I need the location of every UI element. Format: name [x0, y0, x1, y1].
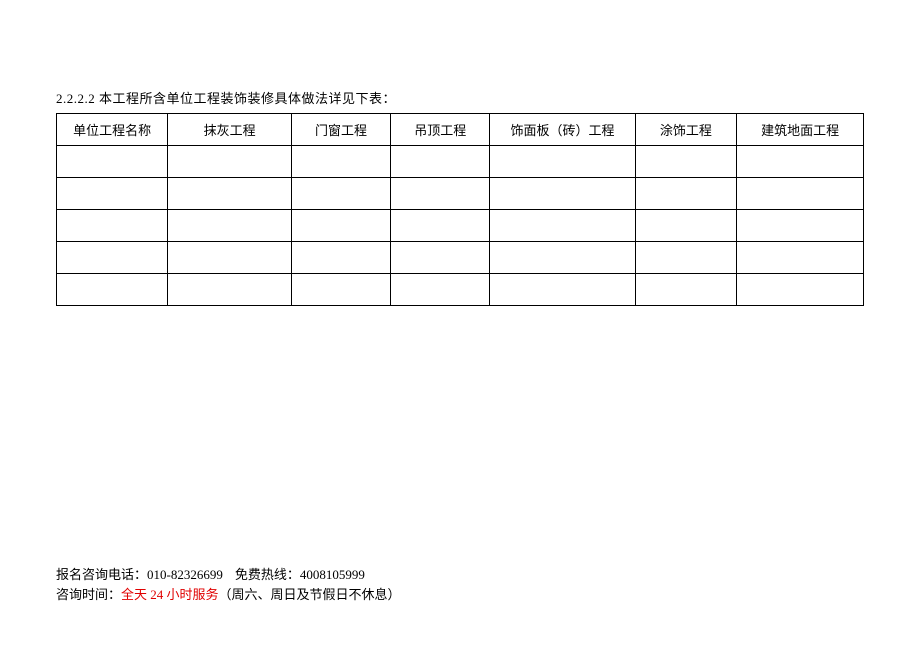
table-cell — [490, 178, 635, 210]
footer-line-2: 咨询时间：全天 24 小时服务（周六、周日及节假日不休息） — [56, 585, 401, 605]
table-cell — [635, 242, 737, 274]
table-cell — [57, 274, 168, 306]
table-row — [57, 178, 864, 210]
table-cell — [168, 178, 291, 210]
table-header-unit-name: 单位工程名称 — [57, 114, 168, 146]
table-cell — [168, 242, 291, 274]
table-cell — [737, 242, 864, 274]
table-row — [57, 274, 864, 306]
table-cell — [291, 146, 390, 178]
table-header-ceiling: 吊顶工程 — [391, 114, 490, 146]
table-cell — [490, 146, 635, 178]
table-cell — [391, 242, 490, 274]
table-cell — [490, 210, 635, 242]
consult-time-note: （周六、周日及节假日不休息） — [219, 587, 401, 602]
table-cell — [391, 210, 490, 242]
table-cell — [57, 146, 168, 178]
enroll-phone-number: 010-82326699 — [147, 567, 223, 582]
free-hotline-label: 免费热线： — [235, 567, 300, 582]
section-title: 2.2.2.2 本工程所含单位工程装饰装修具体做法详见下表： — [56, 88, 864, 107]
table-cell — [490, 242, 635, 274]
table-cell — [291, 210, 390, 242]
table-cell — [391, 274, 490, 306]
table-cell — [57, 242, 168, 274]
consult-time-highlight: 全天 24 小时服务 — [121, 587, 219, 602]
table-cell — [391, 178, 490, 210]
table-header-painting: 涂饰工程 — [635, 114, 737, 146]
table-cell — [490, 274, 635, 306]
table-cell — [737, 146, 864, 178]
table-header-row: 单位工程名称 抹灰工程 门窗工程 吊顶工程 饰面板（砖）工程 涂饰工程 建筑地面… — [57, 114, 864, 146]
table-cell — [635, 274, 737, 306]
table-row — [57, 242, 864, 274]
table-header-veneer: 饰面板（砖）工程 — [490, 114, 635, 146]
table-cell — [635, 178, 737, 210]
table-cell — [291, 242, 390, 274]
free-hotline-number: 4008105999 — [300, 567, 365, 582]
decoration-method-table: 单位工程名称 抹灰工程 门窗工程 吊顶工程 饰面板（砖）工程 涂饰工程 建筑地面… — [56, 113, 864, 306]
table-cell — [57, 178, 168, 210]
table-cell — [737, 178, 864, 210]
table-cell — [168, 274, 291, 306]
footer: 报名咨询电话：010-82326699 免费热线：4008105999 咨询时间：… — [56, 565, 401, 604]
enroll-phone-label: 报名咨询电话： — [56, 567, 147, 582]
table-cell — [635, 146, 737, 178]
consult-time-label: 咨询时间： — [56, 587, 121, 602]
table-cell — [291, 274, 390, 306]
table-header-floor: 建筑地面工程 — [737, 114, 864, 146]
table-cell — [168, 210, 291, 242]
table-cell — [291, 178, 390, 210]
table-cell — [168, 146, 291, 178]
table-cell — [737, 274, 864, 306]
table-header-door-window: 门窗工程 — [291, 114, 390, 146]
table-row — [57, 210, 864, 242]
table-header-plaster: 抹灰工程 — [168, 114, 291, 146]
table-cell — [391, 146, 490, 178]
table-cell — [57, 210, 168, 242]
footer-line-1: 报名咨询电话：010-82326699 免费热线：4008105999 — [56, 565, 401, 585]
table-cell — [635, 210, 737, 242]
table-cell — [737, 210, 864, 242]
table-row — [57, 146, 864, 178]
